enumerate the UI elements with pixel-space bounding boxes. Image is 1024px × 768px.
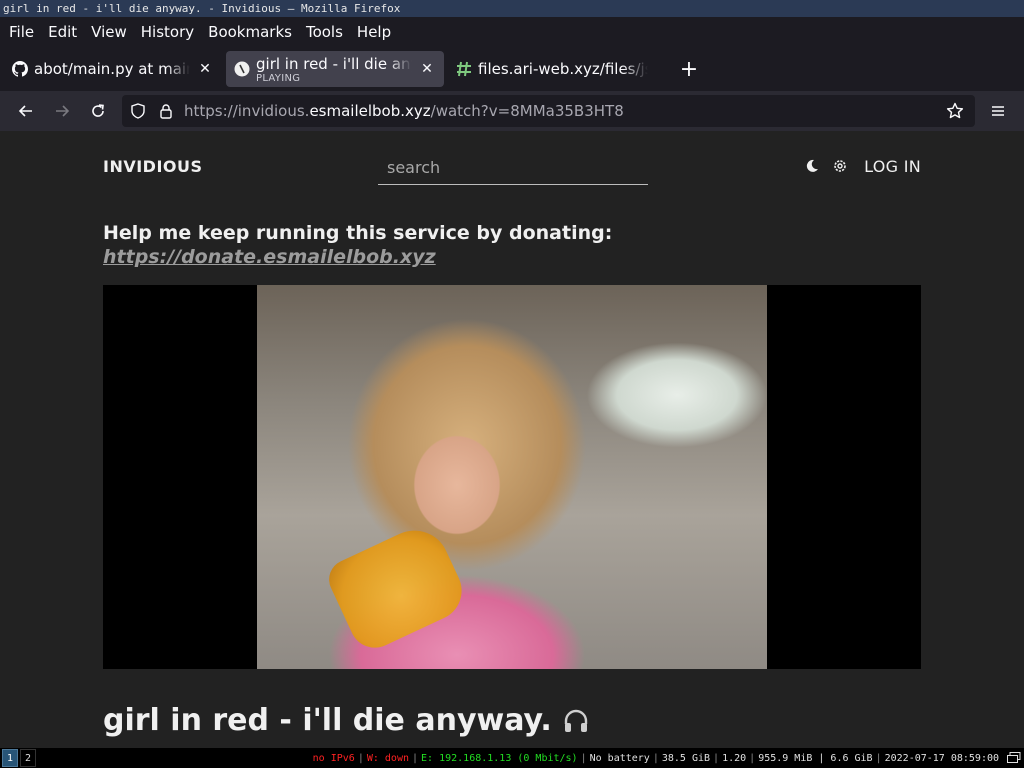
file-hash-icon <box>456 61 472 77</box>
video-content-bottle <box>322 519 472 656</box>
menu-tools[interactable]: Tools <box>299 17 350 47</box>
video-title: girl in red - i'll die anyway. <box>103 703 590 738</box>
tab-strip: abot/main.py at main ✕ girl in red - i'l… <box>0 47 1024 91</box>
disk-status: 38.5 GiB <box>661 752 711 764</box>
ethernet-status: E: 192.168.1.13 (0 Mbit/s) <box>421 752 578 764</box>
app-menu-hamburger-icon[interactable] <box>984 95 1012 127</box>
menu-view[interactable]: View <box>84 17 134 47</box>
tab-github[interactable]: abot/main.py at main ✕ <box>4 51 222 87</box>
menu-file[interactable]: File <box>2 17 41 47</box>
tab-title: girl in red - i'll die anyway. <box>256 54 412 73</box>
tab-playing-label: PLAYING <box>256 72 301 84</box>
page-content: INVIDIOUS LOG IN Help me keep running th… <box>0 131 1024 748</box>
donation-text: Help me keep running this service by don… <box>103 222 613 244</box>
menu-help[interactable]: Help <box>350 17 398 47</box>
reload-button[interactable] <box>82 95 114 127</box>
workspace-2-button[interactable]: 2 <box>20 749 37 767</box>
headphones-icon[interactable] <box>562 707 590 735</box>
ipv6-status: no IPv6 <box>312 752 355 764</box>
search-input[interactable] <box>378 151 648 185</box>
reload-icon <box>92 104 104 117</box>
battery-status: No battery <box>589 752 650 764</box>
menu-edit[interactable]: Edit <box>41 17 84 47</box>
tray-window-icon[interactable] <box>1006 750 1022 766</box>
donation-link[interactable]: https://donate.esmailelbob.xyz <box>103 245 612 269</box>
tab-title: abot/main.py at main <box>34 60 190 78</box>
site-logo[interactable]: INVIDIOUS <box>103 157 203 176</box>
tab-invidious-playing[interactable]: girl in red - i'll die anyway. PLAYING ✕ <box>226 51 444 87</box>
menu-history[interactable]: History <box>134 17 201 47</box>
menu-bar: File Edit View History Bookmarks Tools H… <box>0 17 1024 47</box>
video-player[interactable] <box>103 285 921 669</box>
url-bar[interactable]: https://invidious.esmailelbob.xyz/watch?… <box>122 95 975 127</box>
url-text[interactable]: https://invidious.esmailelbob.xyz/watch?… <box>184 102 624 120</box>
load-status: 1.20 <box>722 752 747 764</box>
new-tab-button[interactable]: + <box>674 54 704 84</box>
tab-title: files.ari-web.xyz/files/js <box>478 60 648 78</box>
back-button[interactable] <box>10 95 42 127</box>
tracking-protection-shield-icon[interactable] <box>124 95 152 127</box>
datetime-status: 2022-07-17 08:59:00 <box>884 752 999 764</box>
login-link[interactable]: LOG IN <box>864 157 921 176</box>
memory-status: 955.9 MiB | 6.6 GiB <box>758 752 873 764</box>
invidious-favicon-icon <box>234 61 250 77</box>
moon-icon[interactable] <box>802 155 822 177</box>
wireless-status: W: down <box>366 752 409 764</box>
lock-icon[interactable] <box>152 95 180 127</box>
workspace-1-button[interactable]: 1 <box>2 749 19 767</box>
status-bar: 1 2 no IPv6 | W: down | E: 192.168.1.13 (0… <box>0 748 1024 768</box>
tab-close-icon[interactable]: ✕ <box>196 60 214 78</box>
menu-bookmarks[interactable]: Bookmarks <box>201 17 299 47</box>
bookmark-star-icon[interactable] <box>941 95 969 127</box>
forward-button[interactable] <box>46 95 78 127</box>
github-icon <box>12 61 28 77</box>
tab-files[interactable]: files.ari-web.xyz/files/js <box>448 51 666 87</box>
window-title-bar: girl in red - i'll die anyway. - Invidio… <box>0 0 1024 17</box>
status-blocks: no IPv6 | W: down | E: 192.168.1.13 (0 Mbi… <box>310 750 1024 766</box>
url-host: esmailelbob.xyz <box>309 102 431 120</box>
back-arrow-icon <box>18 105 32 117</box>
video-title-text: girl in red - i'll die anyway. <box>103 703 552 738</box>
url-prefix: https://invidious. <box>184 102 310 120</box>
navigation-bar: https://invidious.esmailelbob.xyz/watch?… <box>0 91 1024 131</box>
url-path: /watch?v=8MMa35B3HT8 <box>430 102 624 120</box>
gear-icon[interactable] <box>830 155 850 177</box>
forward-arrow-icon <box>56 105 70 117</box>
video-frame[interactable] <box>257 285 767 669</box>
donation-notice: Help me keep running this service by don… <box>103 221 612 269</box>
tab-close-icon[interactable]: ✕ <box>418 60 436 78</box>
header-controls: LOG IN <box>802 155 921 177</box>
